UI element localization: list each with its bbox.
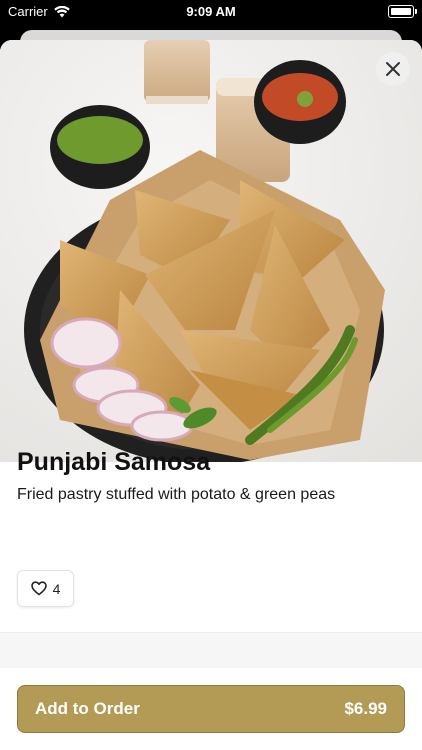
product-title: Punjabi Samosa bbox=[17, 448, 211, 476]
add-to-order-label: Add to Order bbox=[35, 699, 140, 718]
product-details: Punjabi Samosa Fried pastry stuffed with… bbox=[17, 448, 405, 504]
close-button[interactable] bbox=[376, 52, 410, 86]
section-divider bbox=[0, 632, 422, 669]
add-to-order-button[interactable]: Add to Order $6.99 bbox=[17, 685, 405, 733]
product-description: Fried pastry stuffed with potato & green… bbox=[17, 486, 336, 503]
heart-icon bbox=[30, 581, 47, 596]
status-time: 9:09 AM bbox=[186, 4, 236, 19]
samosa-image bbox=[0, 40, 422, 462]
order-price: $6.99 bbox=[344, 699, 387, 718]
status-bar: Carrier 9:09 AM bbox=[0, 0, 422, 24]
like-count: 4 bbox=[52, 580, 61, 597]
battery-icon bbox=[388, 5, 417, 18]
close-icon bbox=[386, 62, 400, 76]
like-button[interactable]: 4 bbox=[17, 570, 74, 607]
product-photo bbox=[0, 40, 422, 462]
